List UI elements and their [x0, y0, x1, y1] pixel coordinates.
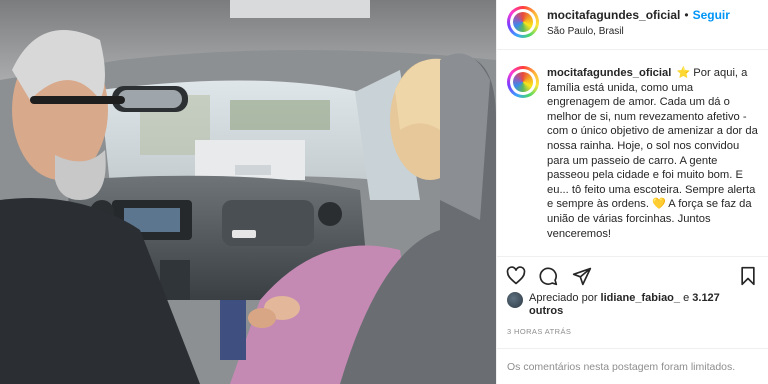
likes-summary: Apreciado por lidiane_fabiao_ e 3.127 ou… — [507, 292, 729, 318]
comment-icon — [539, 267, 558, 286]
separator-dot: • — [684, 8, 689, 22]
action-bar — [497, 256, 768, 292]
comment-button[interactable] — [537, 265, 559, 287]
liker-username[interactable]: lidiane_fabiao_ — [601, 292, 680, 304]
caption-body-1: Por aqui, a família está unida, como uma… — [547, 67, 758, 211]
comments-footer: Os comentários nesta postagem foram limi… — [497, 348, 768, 384]
author-avatar[interactable] — [507, 6, 539, 38]
share-icon — [572, 267, 592, 286]
likes-prefix: Apreciado por — [529, 292, 601, 304]
follow-button[interactable]: Seguir — [693, 8, 730, 22]
share-button[interactable] — [571, 265, 593, 287]
post-photo[interactable] — [0, 0, 496, 384]
star-emoji-icon: ⭐ — [676, 67, 691, 79]
like-button[interactable] — [505, 265, 527, 287]
bookmark-icon — [741, 266, 755, 286]
likes-middle: e — [680, 292, 693, 304]
post-timestamp[interactable]: 3 HORAS ATRÁS — [507, 327, 571, 336]
caption-text: mocitafagundes_oficial ⭐ Por aqui, a fam… — [547, 66, 759, 241]
instagram-post: mocitafagundes_oficial • Seguir São Paul… — [0, 0, 768, 384]
yellow-heart-emoji-icon: 💛 — [652, 198, 666, 211]
car-interior-photo — [0, 0, 496, 384]
post-header: mocitafagundes_oficial • Seguir São Paul… — [497, 0, 768, 50]
post-side-panel: mocitafagundes_oficial • Seguir São Paul… — [496, 0, 768, 384]
post-caption: mocitafagundes_oficial ⭐ Por aqui, a fam… — [507, 66, 759, 241]
author-username[interactable]: mocitafagundes_oficial — [547, 8, 680, 22]
heart-icon — [506, 266, 526, 285]
rainbow-avatar-icon — [513, 12, 533, 32]
comments-limited-note: Os comentários nesta postagem foram limi… — [507, 360, 736, 373]
liker-avatar[interactable] — [507, 292, 523, 308]
caption-avatar[interactable] — [507, 66, 539, 98]
save-button[interactable] — [737, 265, 759, 287]
caption-username[interactable]: mocitafagundes_oficial — [547, 67, 671, 79]
rainbow-avatar-icon — [513, 72, 533, 92]
post-location[interactable]: São Paulo, Brasil — [547, 26, 730, 38]
